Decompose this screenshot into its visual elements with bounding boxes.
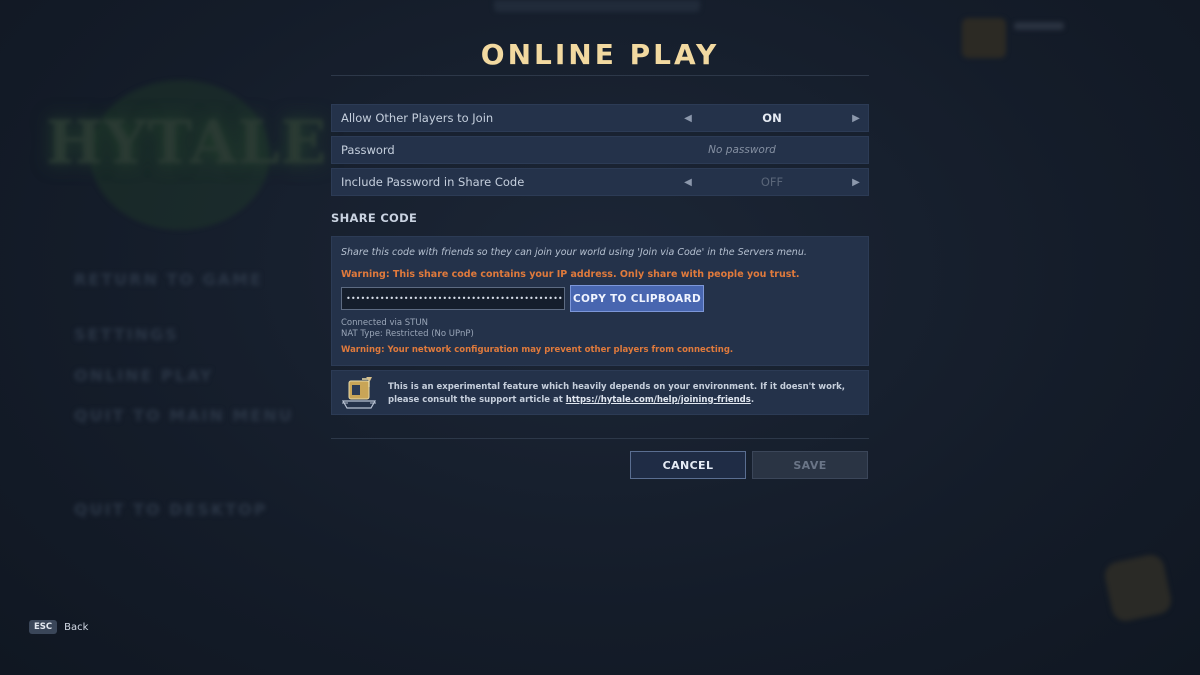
setting-row-password[interactable]: Password No password [331, 136, 869, 164]
background-menu-item: RETURN TO GAME [74, 270, 263, 289]
background-avatar [962, 18, 1006, 58]
background-menu-item: QUIT TO MAIN MENU [74, 406, 294, 425]
dialog-title: ONLINE PLAY [480, 38, 720, 71]
title-divider [331, 75, 869, 76]
setting-label: Include Password in Share Code [341, 175, 525, 189]
arrow-right-icon[interactable]: ▶ [846, 105, 866, 131]
background-corner-mascot [1102, 552, 1174, 624]
experimental-info-panel: This is an experimental feature which he… [331, 370, 869, 415]
background-top-bar [494, 0, 700, 12]
save-button[interactable]: SAVE [752, 451, 868, 479]
background-menu-item: ONLINE PLAY [74, 366, 214, 385]
footer-divider [331, 438, 869, 439]
share-code-description: Share this code with friends so they can… [341, 247, 807, 258]
setting-value: ON [762, 111, 782, 125]
password-field[interactable]: No password [652, 144, 832, 156]
network-warning: Warning: Your network configuration may … [341, 345, 734, 355]
setting-row-allow-join: Allow Other Players to Join ◀ ON ▶ [331, 104, 869, 132]
setting-label: Allow Other Players to Join [341, 111, 494, 125]
esc-key-badge: ESC [29, 620, 58, 634]
share-code-heading: SHARE CODE [331, 211, 418, 225]
cancel-button[interactable]: CANCEL [630, 451, 746, 479]
background-username [1014, 22, 1064, 30]
background-menu-item: QUIT TO DESKTOP [74, 500, 268, 519]
share-code-panel: Share this code with friends so they can… [331, 236, 869, 366]
back-label: Back [64, 621, 89, 633]
setting-value: OFF [760, 175, 784, 189]
arrow-right-icon[interactable]: ▶ [846, 169, 866, 195]
mailbox-icon [341, 377, 377, 409]
background-menu-item: SETTINGS [74, 325, 179, 344]
share-code-warning: Warning: This share code contains your I… [341, 269, 800, 280]
help-link[interactable]: https://hytale.com/help/joining-friends [566, 395, 751, 405]
background-logo: HYTALE [46, 108, 328, 178]
setting-row-include-password: Include Password in Share Code ◀ OFF ▶ [331, 168, 869, 196]
copy-to-clipboard-button[interactable]: COPY TO CLIPBOARD [570, 285, 704, 312]
connection-status: Connected via STUN [341, 318, 428, 328]
back-hint[interactable]: ESC Back [29, 620, 88, 634]
setting-label: Password [341, 143, 395, 157]
share-code-field[interactable]: ••••••••••••••••••••••••••••••••••••••••… [341, 287, 565, 310]
info-text-suffix: . [750, 394, 755, 405]
nat-type: NAT Type: Restricted (No UPnP) [341, 329, 474, 339]
experimental-info-text: This is an experimental feature which he… [388, 381, 862, 406]
